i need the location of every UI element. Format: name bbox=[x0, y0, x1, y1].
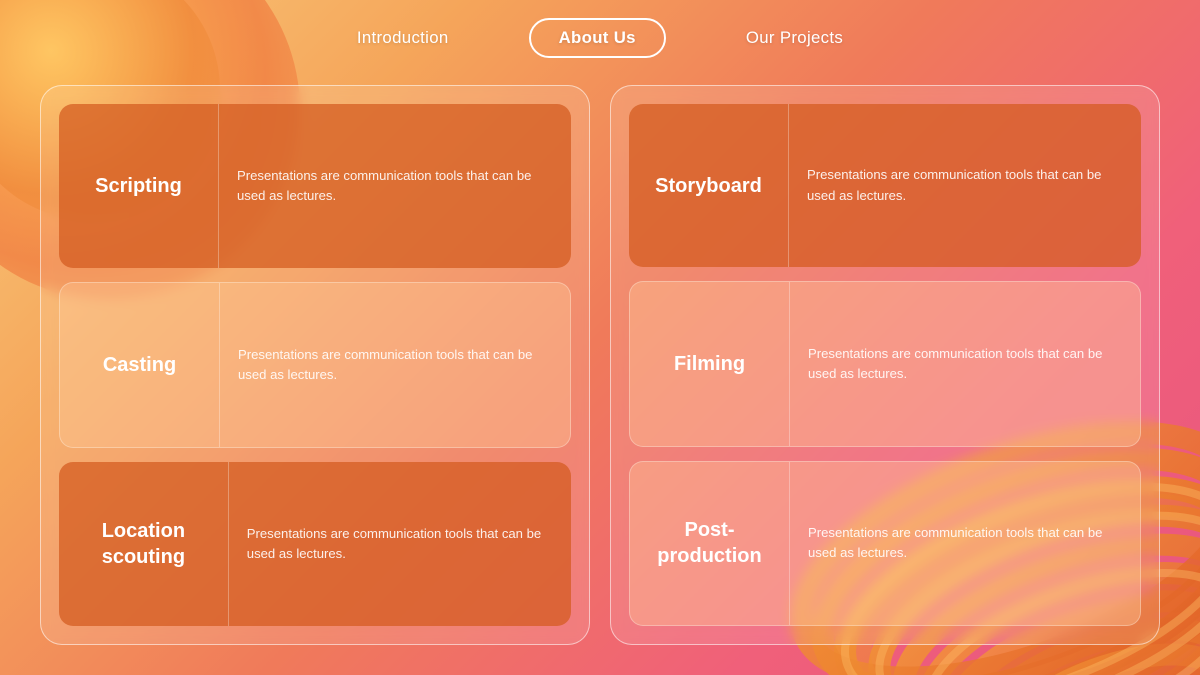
card-filming-desc: Presentations are communication tools th… bbox=[790, 330, 1140, 399]
nav-our-projects[interactable]: Our Projects bbox=[746, 28, 843, 48]
card-post-production[interactable]: Post-production Presentations are commun… bbox=[629, 461, 1141, 626]
right-panel: Storyboard Presentations are communicati… bbox=[610, 85, 1160, 645]
card-filming[interactable]: Filming Presentations are communication … bbox=[629, 281, 1141, 446]
nav-about-us[interactable]: About Us bbox=[529, 18, 666, 58]
main-content: Scripting Presentations are communicatio… bbox=[40, 85, 1160, 645]
card-storyboard-desc: Presentations are communication tools th… bbox=[789, 151, 1141, 220]
card-location-scouting[interactable]: Location scouting Presentations are comm… bbox=[59, 462, 571, 626]
card-casting-title-box: Casting bbox=[60, 283, 220, 447]
card-post-production-desc: Presentations are communication tools th… bbox=[790, 509, 1140, 578]
nav-introduction[interactable]: Introduction bbox=[357, 28, 449, 48]
card-storyboard-title-box: Storyboard bbox=[629, 104, 789, 267]
card-scripting[interactable]: Scripting Presentations are communicatio… bbox=[59, 104, 571, 268]
card-location-scouting-desc: Presentations are communication tools th… bbox=[229, 510, 571, 579]
card-location-scouting-title-box: Location scouting bbox=[59, 462, 229, 626]
card-scripting-desc: Presentations are communication tools th… bbox=[219, 152, 571, 221]
left-panel: Scripting Presentations are communicatio… bbox=[40, 85, 590, 645]
navigation: Introduction About Us Our Projects bbox=[0, 0, 1200, 75]
card-filming-title-box: Filming bbox=[630, 282, 790, 445]
card-post-production-title-box: Post-production bbox=[630, 462, 790, 625]
card-casting-desc: Presentations are communication tools th… bbox=[220, 331, 570, 400]
card-post-production-title: Post-production bbox=[648, 517, 771, 569]
card-casting[interactable]: Casting Presentations are communication … bbox=[59, 282, 571, 448]
card-casting-title: Casting bbox=[103, 352, 176, 378]
card-filming-title: Filming bbox=[674, 351, 745, 377]
card-scripting-title: Scripting bbox=[95, 173, 182, 199]
card-storyboard[interactable]: Storyboard Presentations are communicati… bbox=[629, 104, 1141, 267]
card-scripting-title-box: Scripting bbox=[59, 104, 219, 268]
card-storyboard-title: Storyboard bbox=[655, 173, 762, 199]
card-location-scouting-title: Location scouting bbox=[77, 518, 210, 570]
